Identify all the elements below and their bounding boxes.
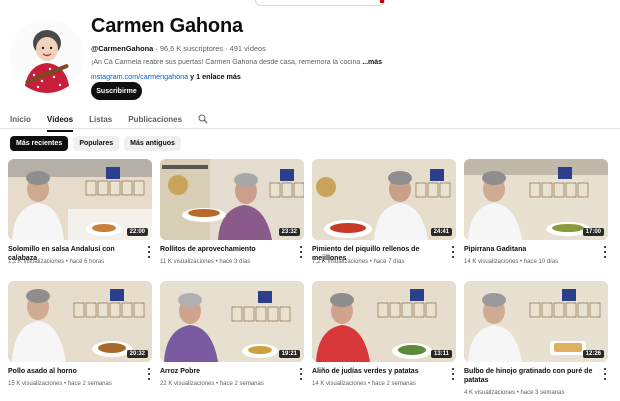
subscriber-count: 96,6 K suscriptores: [159, 44, 224, 53]
video-duration: 12:26: [582, 350, 604, 358]
more-options-icon[interactable]: [602, 368, 608, 380]
video-duration: 19:21: [278, 350, 300, 358]
meta-separator: ·: [155, 44, 158, 53]
video-duration: 24:41: [430, 228, 452, 236]
more-links[interactable]: y 1 enlace más: [190, 72, 241, 81]
description-more[interactable]: ...más: [362, 59, 382, 66]
video-stats: 7,2 K visualizaciones • hace 7 días: [312, 259, 405, 265]
more-options-icon[interactable]: [602, 246, 608, 258]
channel-avatar[interactable]: [10, 19, 84, 93]
video-thumbnail[interactable]: 12:26: [464, 281, 608, 362]
video-title[interactable]: Bulbo de hinojo gratinado con puré de pa…: [464, 367, 596, 385]
video-stats: 4 K visualizaciones • hace 3 semanas: [464, 390, 565, 396]
chip-recent[interactable]: Más recientes: [10, 136, 69, 151]
chip-oldest[interactable]: Más antiguos: [124, 136, 181, 151]
more-options-icon[interactable]: [450, 368, 456, 380]
more-options-icon[interactable]: [298, 368, 304, 380]
more-options-icon[interactable]: [298, 246, 304, 258]
channel-name: Carmen Gahona: [91, 15, 243, 37]
sort-chips: Más recientes Populares Más antiguos: [10, 136, 186, 151]
meta-separator: ·: [225, 44, 228, 53]
more-options-icon[interactable]: [450, 246, 456, 258]
video-thumbnail[interactable]: 23:32: [160, 159, 304, 240]
video-title[interactable]: Pipirrana Gaditana: [464, 245, 596, 254]
video-thumbnail[interactable]: 17:00: [464, 159, 608, 240]
video-stats: 22 K visualizaciones • hace 2 semanas: [160, 381, 264, 387]
channel-description[interactable]: ¡An Cá Carmela reabre sus puertas! Carme…: [91, 59, 391, 66]
top-search-edge: [255, 0, 385, 6]
video-duration: 17:00: [582, 228, 604, 236]
video-count: 491 vídeos: [229, 44, 266, 53]
subscribe-button[interactable]: Suscribirme: [91, 82, 142, 100]
video-title[interactable]: Rollitos de aprovechamiento: [160, 245, 292, 254]
channel-tabs: Inicio Vídeos Listas Publicaciones: [10, 112, 208, 132]
video-thumbnail[interactable]: 19:21: [160, 281, 304, 362]
video-title[interactable]: Aliño de judías verdes y patatas: [312, 367, 444, 376]
video-title[interactable]: Arroz Pobre: [160, 367, 292, 376]
more-options-icon[interactable]: [146, 368, 152, 380]
channel-header: Carmen Gahona @CarmenGahona · 96,6 K sus…: [91, 14, 391, 81]
more-options-icon[interactable]: [146, 246, 152, 258]
video-duration: 23:32: [278, 228, 300, 236]
channel-links: instagram.com/carmengahona y 1 enlace má…: [91, 72, 391, 81]
tabs-divider: [0, 128, 620, 129]
chip-popular[interactable]: Populares: [73, 136, 120, 151]
top-accent: [380, 0, 384, 3]
video-thumbnail[interactable]: 20:32: [8, 281, 152, 362]
channel-handle: @CarmenGahona: [91, 44, 154, 53]
description-text: ¡An Cá Carmela reabre sus puertas! Carme…: [91, 59, 361, 66]
search-icon[interactable]: [198, 114, 208, 124]
video-duration: 20:32: [126, 350, 148, 358]
tab-listas[interactable]: Listas: [89, 115, 112, 124]
video-thumbnail[interactable]: 22:00: [8, 159, 152, 240]
tab-publicaciones[interactable]: Publicaciones: [128, 115, 182, 124]
video-thumbnail[interactable]: 24:41: [312, 159, 456, 240]
video-stats: 15 K visualizaciones • hace 2 semanas: [8, 381, 112, 387]
video-stats: 1,2 K visualizaciones • hace 6 horas: [8, 259, 105, 265]
tab-videos[interactable]: Vídeos: [46, 115, 74, 132]
video-stats: 11 K visualizaciones • hace 3 días: [160, 259, 251, 265]
video-stats: 14 K visualizaciones • hace 10 días: [464, 259, 559, 265]
instagram-link[interactable]: instagram.com/carmengahona: [91, 72, 188, 81]
tab-inicio[interactable]: Inicio: [10, 115, 31, 124]
video-duration: 13:11: [430, 350, 452, 358]
avatar-illustration: [10, 19, 84, 93]
video-duration: 22:00: [126, 228, 148, 236]
video-title[interactable]: Pollo asado al horno: [8, 367, 140, 376]
video-thumbnail[interactable]: 13:11: [312, 281, 456, 362]
video-stats: 14 K visualizaciones • hace 2 semanas: [312, 381, 416, 387]
channel-meta: @CarmenGahona · 96,6 K suscriptores · 49…: [91, 44, 391, 53]
